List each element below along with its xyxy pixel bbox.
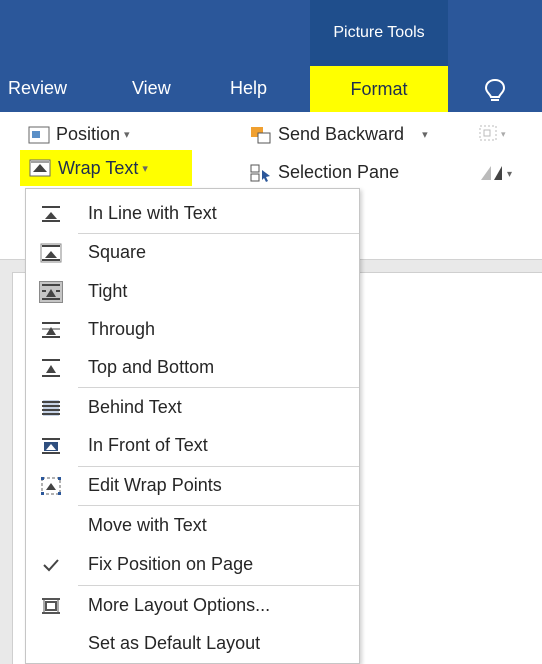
menu-item-label: Square: [88, 242, 147, 262]
menu-item-in-line-with-text[interactable]: In Line with Text: [26, 195, 359, 233]
menu-item-move-with-text[interactable]: Move with Text: [26, 507, 359, 545]
wrap-text-label: Wrap Text: [58, 157, 139, 178]
menu-item-label: Tight: [88, 281, 128, 301]
menu-item-set-as-default-layout[interactable]: Set as Default Layout: [26, 625, 359, 663]
selection-pane-button[interactable]: Selection Pane: [250, 162, 399, 183]
tab-format[interactable]: Format: [310, 66, 448, 112]
lightbulb-icon[interactable]: [483, 78, 507, 104]
menu-item-top-and-bottom[interactable]: Top and Bottom: [26, 349, 359, 387]
menu-item-label: Edit Wrap Points: [88, 475, 222, 495]
menu-item-label: Top and Bottom: [88, 357, 215, 377]
send-backward-icon: [250, 126, 272, 144]
menu-item-through[interactable]: Through: [26, 311, 359, 349]
chevron-down-icon[interactable]: ▾: [422, 128, 428, 141]
edit-wrap-points-icon: [40, 476, 62, 496]
menu-item-label: Move with Text: [88, 515, 207, 535]
top-bottom-wrap-icon: [40, 358, 62, 378]
menu-item-label: In Front of Text: [88, 435, 208, 455]
menu-item-label: In Line with Text: [88, 203, 217, 223]
menu-item-label: Behind Text: [88, 397, 182, 417]
position-label: Position: [56, 124, 121, 144]
group-icon[interactable]: ▾: [478, 124, 510, 144]
selection-pane-icon: [250, 164, 272, 182]
wrap-text-icon: [28, 159, 52, 177]
menu-item-tight[interactable]: Tight: [26, 273, 359, 311]
menu-item-label: More Layout Options...: [88, 595, 271, 615]
wrap-text-button[interactable]: Wrap Text ▾: [20, 150, 192, 186]
send-backward-button[interactable]: Send Backward ▾: [250, 124, 428, 145]
menu-item-label: Through: [88, 319, 156, 339]
position-icon: [28, 126, 50, 144]
menu-separator: [78, 387, 359, 388]
menu-item-behind-text[interactable]: Behind Text: [26, 389, 359, 427]
inline-wrap-icon: [40, 204, 62, 224]
menu-item-fix-position-on-page[interactable]: Fix Position on Page: [26, 546, 359, 584]
tab-review[interactable]: Review: [8, 78, 67, 99]
menu-item-edit-wrap-points[interactable]: Edit Wrap Points: [26, 467, 359, 505]
tight-wrap-icon: [39, 281, 63, 303]
send-backward-label: Send Backward: [278, 124, 405, 144]
svg-text:▾: ▾: [507, 169, 512, 180]
position-button[interactable]: Position ▾: [28, 124, 130, 145]
picture-tools-label: Picture Tools: [333, 24, 425, 41]
wrap-text-menu: In Line with Text Square Tight Through T…: [25, 188, 360, 664]
menu-item-square[interactable]: Square: [26, 234, 359, 272]
menu-item-in-front-of-text[interactable]: In Front of Text: [26, 427, 359, 465]
chevron-down-icon: ▾: [124, 129, 130, 141]
ribbon-tab-bar: [0, 0, 542, 112]
through-wrap-icon: [40, 320, 62, 340]
chevron-down-icon: ▾: [142, 162, 148, 175]
selection-pane-label: Selection Pane: [278, 162, 400, 182]
menu-item-more-layout-options[interactable]: More Layout Options...: [26, 587, 359, 625]
behind-text-icon: [40, 398, 62, 418]
menu-item-label: Set as Default Layout: [88, 633, 261, 653]
checkmark-icon: [40, 555, 62, 575]
layout-options-icon: [40, 596, 62, 616]
rotate-icon[interactable]: ▾: [478, 162, 518, 184]
square-wrap-icon: [40, 243, 62, 263]
svg-text:▾: ▾: [501, 130, 506, 140]
menu-item-label: Fix Position on Page: [88, 554, 254, 574]
menu-separator: [78, 505, 359, 506]
tab-help[interactable]: Help: [230, 78, 267, 99]
tab-view[interactable]: View: [132, 78, 171, 99]
menu-separator: [78, 585, 359, 586]
in-front-text-icon: [40, 436, 62, 456]
